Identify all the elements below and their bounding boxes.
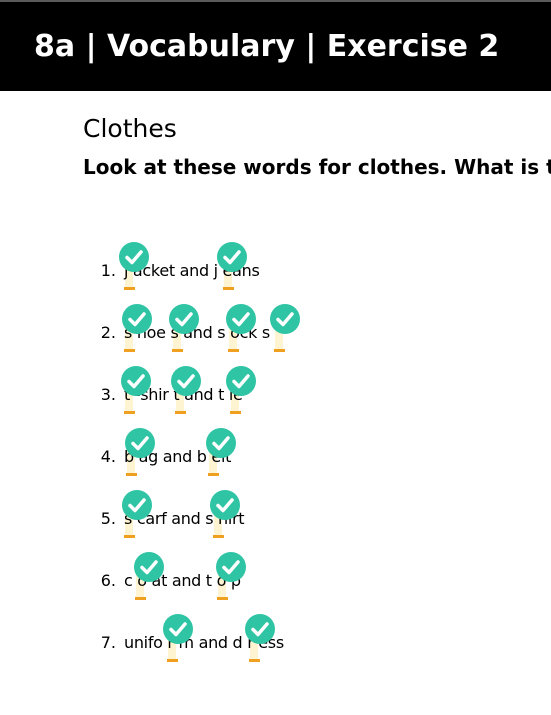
check-icon <box>163 614 193 644</box>
check-icon <box>122 304 152 334</box>
item-number: 5. <box>100 509 116 528</box>
check-icon <box>171 366 201 396</box>
check-icon <box>119 242 149 272</box>
exercise-item: 2. s hoe s and s ock s <box>0 304 551 372</box>
exercise-item: 1. j acket and j eans <box>0 242 551 310</box>
check-icon <box>134 552 164 582</box>
exercise-item: 6. c o at and t o p <box>0 552 551 620</box>
check-icon <box>270 304 300 334</box>
check-icon <box>122 490 152 520</box>
check-icon <box>245 614 275 644</box>
item-number: 3. <box>100 385 116 404</box>
item-number: 1. <box>100 261 116 280</box>
exercise-item: 7. unifo r m and d r ess <box>0 614 551 682</box>
header-bar: 8a | Vocabulary | Exercise 2 <box>0 2 551 91</box>
item-number: 6. <box>100 571 116 590</box>
check-icon <box>217 242 247 272</box>
check-icon <box>216 552 246 582</box>
page-title: 8a | Vocabulary | Exercise 2 <box>34 29 500 64</box>
check-icon <box>210 490 240 520</box>
item-number: 7. <box>100 633 116 652</box>
item-number: 2. <box>100 323 116 342</box>
exercise-item: 4. b ag and b elt <box>0 428 551 496</box>
check-icon <box>169 304 199 334</box>
check-icon <box>226 304 256 334</box>
exercise-item: 3. t -shir t and t ie <box>0 366 551 434</box>
instructions-text: Look at these words for clothes. What is… <box>83 155 551 179</box>
check-icon <box>226 366 256 396</box>
check-icon <box>121 366 151 396</box>
check-icon <box>125 428 155 458</box>
item-number: 4. <box>100 447 116 466</box>
section-title: Clothes <box>83 114 177 143</box>
exercise-item: 5. s carf and s hirt <box>0 490 551 558</box>
check-icon <box>206 428 236 458</box>
